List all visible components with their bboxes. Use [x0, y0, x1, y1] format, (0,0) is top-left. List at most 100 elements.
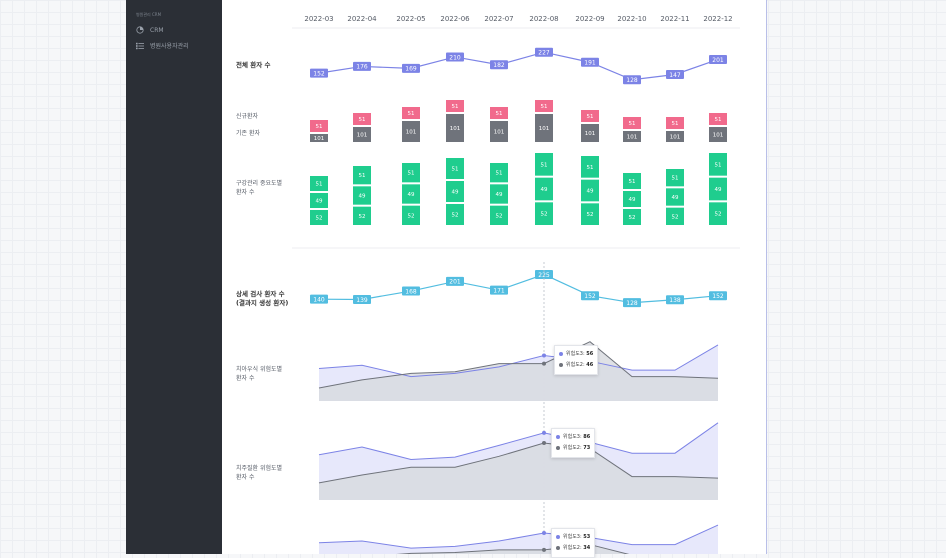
new-patients-data-label: 51	[496, 111, 503, 117]
tooltip-label: 위험도3:	[563, 434, 584, 440]
total-patients-data-label: 191	[584, 60, 596, 67]
existing-patients-data-label: 101	[357, 133, 368, 139]
sidebar-item-label: 병원사용자관리	[150, 43, 189, 50]
new-patients-data-label: 51	[541, 104, 548, 110]
oral-mgmt-data-label: 49	[359, 194, 366, 200]
legend-dot-icon	[559, 351, 563, 356]
month-tick-label: 2022-04	[347, 15, 377, 23]
oral-mgmt-data-label: 52	[316, 216, 323, 222]
oral-mgmt-data-label: 51	[408, 171, 415, 177]
oral-mgmt-data-label: 52	[672, 214, 679, 220]
total-patients-data-label: 210	[449, 54, 461, 61]
month-tick-label: 2022-06	[440, 15, 470, 23]
caries-risk3-point	[542, 353, 546, 358]
sidebar-section-title: 병원관리 CRM	[136, 12, 162, 17]
total-patients-data-label: 176	[356, 64, 368, 71]
oral-mgmt-data-label: 49	[452, 190, 459, 196]
oral-mgmt-data-label: 52	[496, 213, 503, 219]
oral-mgmt-data-label: 52	[452, 213, 459, 219]
oral-mgmt-data-label: 52	[587, 212, 594, 218]
tooltip-value: 34	[583, 545, 591, 551]
oral-mgmt-data-label: 51	[452, 167, 459, 173]
existing-patients-data-label: 101	[494, 130, 505, 136]
oral-mgmt-data-label: 52	[359, 214, 366, 220]
month-tick-label: 2022-08	[529, 15, 558, 23]
oral-mgmt-data-label: 49	[316, 199, 323, 205]
tooltip-value: 73	[583, 445, 591, 451]
detailed-exam-data-label: 201	[449, 279, 461, 286]
oral-mgmt-data-label: 51	[316, 182, 323, 188]
oral-mgmt-data-label: 51	[715, 162, 722, 168]
perio-risk3-point	[542, 430, 546, 435]
perio-tooltip: 위험도3: 86 위험도2: 73	[551, 428, 596, 458]
tooltip-value: 86	[583, 434, 591, 440]
oral-mgmt-data-label: 49	[496, 192, 503, 198]
legend-dot-icon	[556, 534, 560, 539]
tooltip-row: 위험도3: 53	[556, 532, 590, 543]
month-tick-label: 2022-05	[396, 15, 425, 23]
month-tick-label: 2022-09	[575, 15, 604, 23]
tooltip-value: 56	[586, 351, 594, 357]
oral-mgmt-data-label: 49	[408, 192, 415, 198]
tooltip-label: 위험도2:	[563, 445, 584, 451]
legend-dot-icon	[559, 362, 563, 367]
oral-mgmt-data-label: 52	[715, 212, 722, 218]
oral-mgmt-data-label: 51	[629, 179, 636, 185]
total-patients-data-label: 128	[626, 77, 638, 84]
oral-mgmt-data-label: 51	[541, 162, 548, 168]
chart-pie-icon	[136, 26, 144, 34]
tooltip-row: 위험도2: 46	[559, 360, 593, 371]
third-risk-risk3-point	[542, 531, 546, 536]
oral-mgmt-data-label: 49	[629, 197, 636, 203]
detailed-exam-data-label: 171	[493, 287, 505, 294]
oral-mgmt-data-label: 49	[541, 187, 548, 193]
detailed-exam-data-label: 128	[626, 300, 638, 307]
dashboard-charts: 2022-03 2022-04 2022-05 2022-06 2022-07 2022-…	[292, 15, 740, 554]
tooltip-value: 46	[586, 362, 594, 368]
tooltip-label: 위험도3:	[563, 534, 584, 540]
sidebar-item-label: CRM	[150, 26, 164, 34]
existing-patients-data-label: 101	[450, 126, 461, 132]
month-tick-label: 2022-12	[703, 15, 732, 23]
total-patients-data-label: 201	[712, 57, 724, 64]
caries-risk2-point	[542, 361, 546, 366]
tooltip-value: 53	[583, 534, 591, 540]
detailed-exam-data-label: 140	[313, 296, 325, 303]
detailed-exam-data-label: 152	[584, 293, 596, 300]
total-patients-data-label: 147	[669, 72, 681, 79]
tooltip-row: 위험도3: 86	[556, 432, 590, 443]
tooltip-row: 위험도3: 56	[559, 349, 593, 360]
new-patients-data-label: 51	[715, 117, 722, 123]
detailed-exam-data-label: 168	[405, 288, 417, 295]
new-patients-data-label: 51	[408, 111, 415, 117]
existing-patients-data-label: 101	[670, 135, 681, 141]
oral-mgmt-data-label: 49	[587, 189, 594, 195]
oral-mgmt-data-label: 51	[496, 171, 503, 177]
existing-patients-data-label: 101	[585, 131, 596, 137]
new-patients-data-label: 51	[629, 121, 636, 127]
total-patients-series-line	[318, 51, 719, 81]
detailed-exam-data-label: 138	[669, 297, 681, 304]
new-patients-data-label: 51	[316, 124, 323, 130]
dashboard-panel: 전체 환자 수 신규환자 기존 환자 구강관리 중요도별 환자 수 상세 검사 …	[222, 0, 767, 558]
detailed-exam-series-line	[318, 273, 719, 304]
tooltip-label: 위험도2:	[566, 362, 587, 368]
sidebar-item-crm[interactable]: CRM	[136, 26, 164, 34]
list-icon	[136, 42, 144, 49]
detailed-exam-data-label: 152	[712, 293, 724, 300]
sidebar-item-user-management[interactable]: 병원사용자관리	[136, 41, 189, 50]
existing-patients-data-label: 101	[406, 130, 417, 136]
legend-dot-icon	[556, 545, 560, 550]
new-patients-data-label: 51	[452, 104, 459, 110]
oral-mgmt-data-label: 51	[587, 165, 594, 171]
sidebar: 병원관리 CRM CRM 병원사용자관리	[126, 0, 222, 554]
total-patients-data-label: 152	[313, 70, 325, 77]
new-patients-data-label: 51	[672, 121, 679, 127]
tooltip-label: 위험도2:	[563, 545, 584, 551]
legend-dot-icon	[556, 434, 560, 439]
total-patients-data-label: 227	[538, 50, 550, 57]
total-patients-data-label: 169	[405, 66, 417, 73]
month-tick-label: 2022-11	[660, 15, 689, 23]
oral-mgmt-data-label: 52	[541, 212, 548, 218]
month-tick-label: 2022-10	[617, 15, 646, 23]
